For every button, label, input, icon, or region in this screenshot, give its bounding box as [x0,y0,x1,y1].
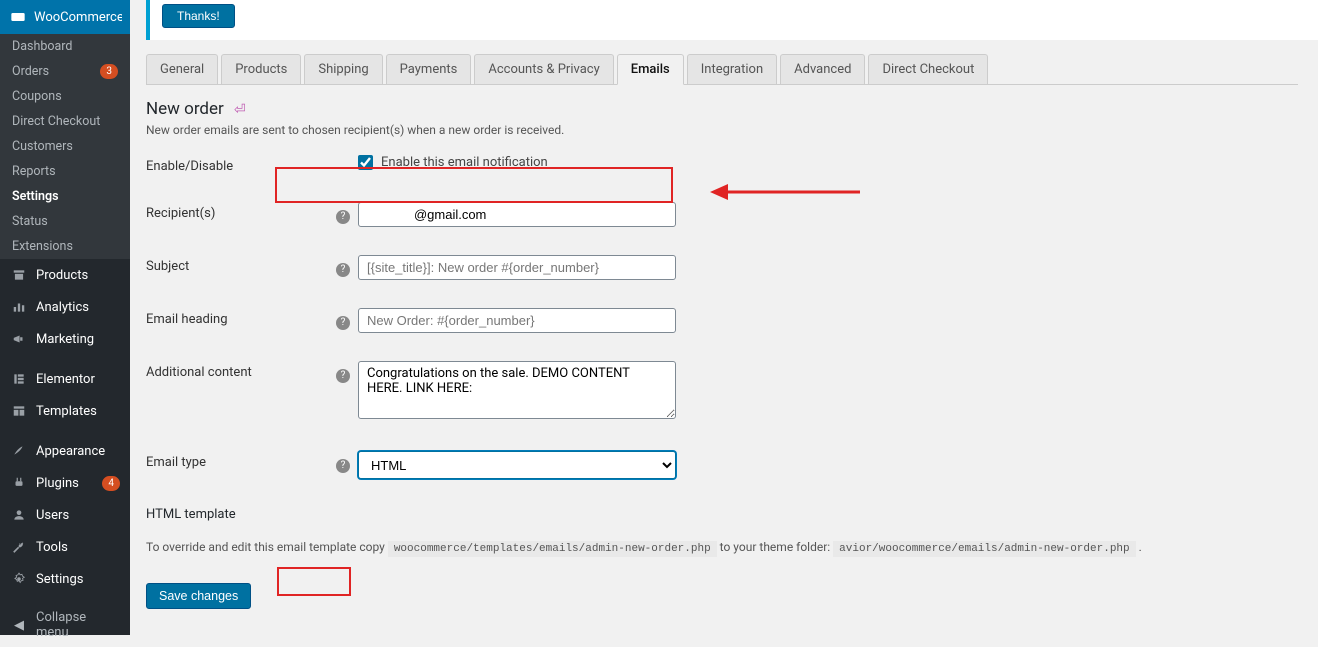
heading-label: Email heading [146,308,336,327]
main-content: Thanks! GeneralProductsShippingPaymentsA… [130,0,1318,635]
megaphone-icon [10,330,28,348]
template-text-b: to your theme folder: [720,540,834,554]
subject-input[interactable] [358,255,676,280]
sidebar-woocommerce[interactable]: WooCommerce [0,0,130,34]
admin-sidebar: WooCommerce DashboardOrders3CouponsDirec… [0,0,130,635]
tab-accounts-privacy[interactable]: Accounts & Privacy [474,54,613,84]
row-heading: Email heading ? [146,308,1318,333]
template-path-source: woocommerce/templates/emails/admin-new-o… [388,541,717,557]
annotation-highlight-save [277,567,351,596]
sidebar-sub-extensions[interactable]: Extensions [0,234,130,259]
user-icon [10,506,28,524]
sidebar-sub-status[interactable]: Status [0,209,130,234]
tab-general[interactable]: General [146,54,218,84]
template-override-line: To override and edit this email template… [146,540,1318,555]
sidebar-item-elementor[interactable]: Elementor [0,363,130,395]
sidebar-woocommerce-label: WooCommerce [34,10,124,25]
save-changes-button[interactable]: Save changes [146,583,251,609]
sidebar-sub-direct-checkout[interactable]: Direct Checkout [0,109,130,134]
subject-label: Subject [146,255,336,274]
page-description: New order emails are sent to chosen reci… [146,123,1318,137]
badge: 4 [102,476,120,491]
row-additional: Additional content ? Congratulations on … [146,361,1318,423]
tab-products[interactable]: Products [221,54,301,84]
settings-tabs: GeneralProductsShippingPaymentsAccounts … [146,54,1298,84]
sidebar-sub-coupons[interactable]: Coupons [0,84,130,109]
sidebar-item-plugins[interactable]: Plugins4 [0,467,130,499]
annotation-arrow [710,180,860,208]
sidebar-item-templates[interactable]: Templates [0,395,130,427]
sidebar-sub-reports[interactable]: Reports [0,159,130,184]
additional-label: Additional content [146,361,336,380]
sidebar-item-products[interactable]: Products [0,259,130,291]
gear-icon [10,570,28,588]
tab-advanced[interactable]: Advanced [780,54,865,84]
elementor-icon [10,370,28,388]
sidebar-sub-dashboard[interactable]: Dashboard [0,34,130,59]
plug-icon [10,474,28,492]
sidebar-item-analytics[interactable]: Analytics [0,291,130,323]
admin-notice: Thanks! [146,0,1318,40]
wrench-icon [10,538,28,556]
template-text-a: To override and edit this email template… [146,540,388,554]
sidebar-sub-settings[interactable]: Settings [0,184,130,209]
sidebar-sub-orders[interactable]: Orders3 [0,59,130,84]
brush-icon [10,442,28,460]
notice-dismiss-button[interactable]: Thanks! [162,4,235,28]
row-enable: Enable/Disable Enable this email notific… [146,155,1318,174]
sidebar-item-users[interactable]: Users [0,499,130,531]
badge: 3 [100,64,118,79]
sidebar-item-settings[interactable]: Settings [0,563,130,595]
sidebar-item-marketing[interactable]: Marketing [0,323,130,355]
tab-payments[interactable]: Payments [386,54,472,84]
archive-icon [10,266,28,284]
help-icon[interactable]: ? [336,316,350,330]
tab-integration[interactable]: Integration [687,54,777,84]
help-icon[interactable]: ? [336,459,350,473]
sidebar-sub-customers[interactable]: Customers [0,134,130,159]
help-icon[interactable]: ? [336,369,350,383]
template-text-c: . [1139,540,1142,554]
collapse-label: Collapse menu [36,610,120,640]
collapse-icon: ◀ [10,616,28,634]
enable-checkbox-label: Enable this email notification [381,155,548,170]
enable-label: Enable/Disable [146,155,336,174]
recipients-input[interactable] [358,202,676,227]
page-title-text: New order [146,99,224,119]
tab-shipping[interactable]: Shipping [304,54,382,84]
sidebar-item-appearance[interactable]: Appearance [0,435,130,467]
row-email-type: Email type ? HTML [146,451,1318,479]
chart-icon [10,298,28,316]
help-icon[interactable]: ? [336,263,350,277]
sidebar-item-tools[interactable]: Tools [0,531,130,563]
recipients-label: Recipient(s) [146,202,336,221]
help-icon[interactable]: ? [336,210,350,224]
tab-emails[interactable]: Emails [617,54,684,85]
back-icon[interactable]: ⏎ [234,102,246,118]
template-heading: HTML template [146,507,1318,522]
woo-icon [10,8,26,26]
collapse-menu[interactable]: ◀ Collapse menu [0,603,130,647]
type-label: Email type [146,451,336,470]
page-title: New order ⏎ [146,99,1318,119]
additional-textarea[interactable]: Congratulations on the sale. DEMO CONTEN… [358,361,676,419]
row-subject: Subject ? [146,255,1318,280]
type-select[interactable]: HTML [358,451,676,479]
heading-input[interactable] [358,308,676,333]
enable-checkbox[interactable] [358,155,373,170]
template-path-dest: avior/woocommerce/emails/admin-new-order… [833,541,1135,557]
templates-icon [10,402,28,420]
tab-direct-checkout[interactable]: Direct Checkout [868,54,988,84]
